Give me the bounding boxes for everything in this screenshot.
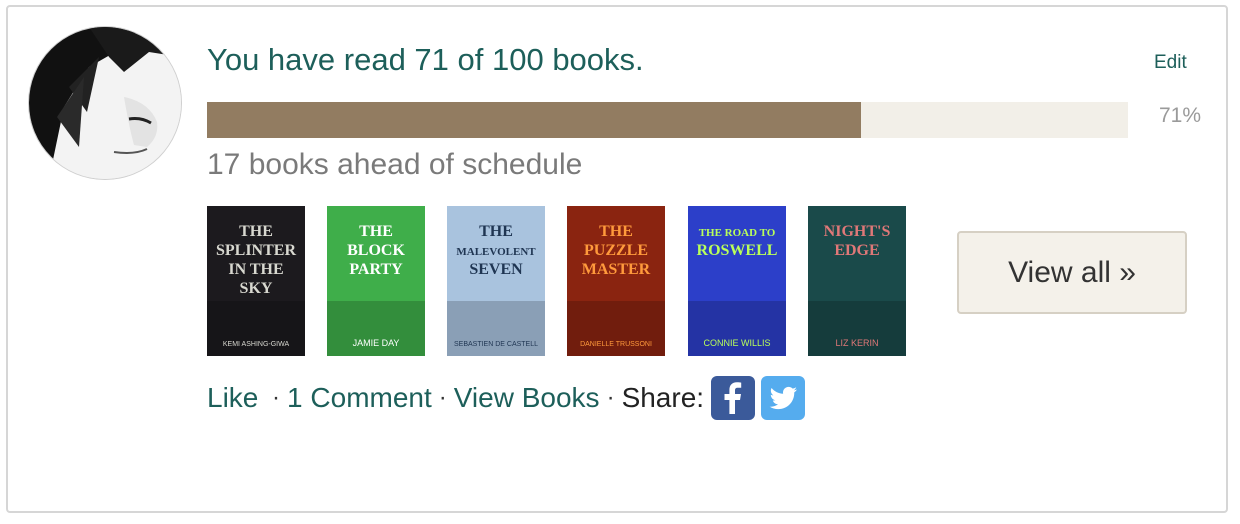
view-books-link[interactable]: View Books [454,382,600,414]
book-cover-title-line: MALEVOLENT [456,246,536,258]
book-cover-author: SEBASTIEN DE CASTELL [454,341,538,348]
separator: · [438,384,447,411]
book-cover-title-line: IN THE [228,261,283,278]
book-cover-author: CONNIE WILLIS [703,338,770,348]
book-cover-author: JAMIE DAY [353,338,400,348]
book-cover-title-line: THE [359,223,393,240]
book-cover-1[interactable]: THE SPLINTER IN THE SKY KEMI ASHING-GIWA [207,206,305,356]
book-cover-title-line: PUZZLE [584,242,648,259]
book-cover-author: DANIELLE TRUSSONI [580,341,652,348]
book-cover-title-line: SPLINTER [216,242,296,259]
book-cover-5[interactable]: THE ROAD TO ROSWELL CONNIE WILLIS [688,206,786,356]
like-link[interactable]: Like [207,382,258,414]
book-cover-title-line: THE [239,223,273,240]
schedule-status: 17 books ahead of schedule [207,148,583,181]
book-cover-title-line: MASTER [582,261,651,278]
book-cover-title-line: THE ROAD TO [699,227,776,239]
book-cover-author: KEMI ASHING-GIWA [223,341,290,348]
action-bar: Like · 1 Comment · View Books · Share: [207,376,811,420]
book-cover-2[interactable]: THE BLOCK PARTY JAMIE DAY [327,206,425,356]
facebook-icon[interactable] [711,376,756,420]
edit-goal-link[interactable]: Edit [1154,52,1187,74]
book-cover-title-line: THE [599,223,633,240]
progress-bar-fill [207,102,861,138]
book-cover-6[interactable]: NIGHT'S EDGE LIZ KERIN [808,206,906,356]
book-cover-title-line: NIGHT'S [824,223,891,240]
separator: · [265,384,281,411]
book-cover-title-line: SEVEN [469,261,523,278]
book-cover-title-line: PARTY [349,261,403,278]
comment-link[interactable]: 1 Comment [287,382,432,414]
progress-bar [207,102,1128,138]
view-all-button[interactable]: View all » [957,231,1187,314]
book-cover-3[interactable]: THE MALEVOLENT SEVEN SEBASTIEN DE CASTELL [447,206,545,356]
book-cover-4[interactable]: THE PUZZLE MASTER DANIELLE TRUSSONI [567,206,665,356]
challenge-headline: You have read 71 of 100 books. [207,42,644,77]
share-label: Share: [621,382,705,413]
book-cover-title-line: ROSWELL [697,242,778,259]
twitter-icon[interactable] [761,376,806,420]
separator: · [606,384,615,411]
book-cover-title-line: THE [479,223,513,240]
book-cover-title-line: EDGE [834,242,879,259]
book-cover-author: LIZ KERIN [835,338,878,348]
progress-percent: 71% [1159,104,1202,127]
user-avatar[interactable] [29,27,181,179]
book-cover-title-line: SKY [240,280,273,297]
book-cover-title-line: BLOCK [347,242,405,259]
